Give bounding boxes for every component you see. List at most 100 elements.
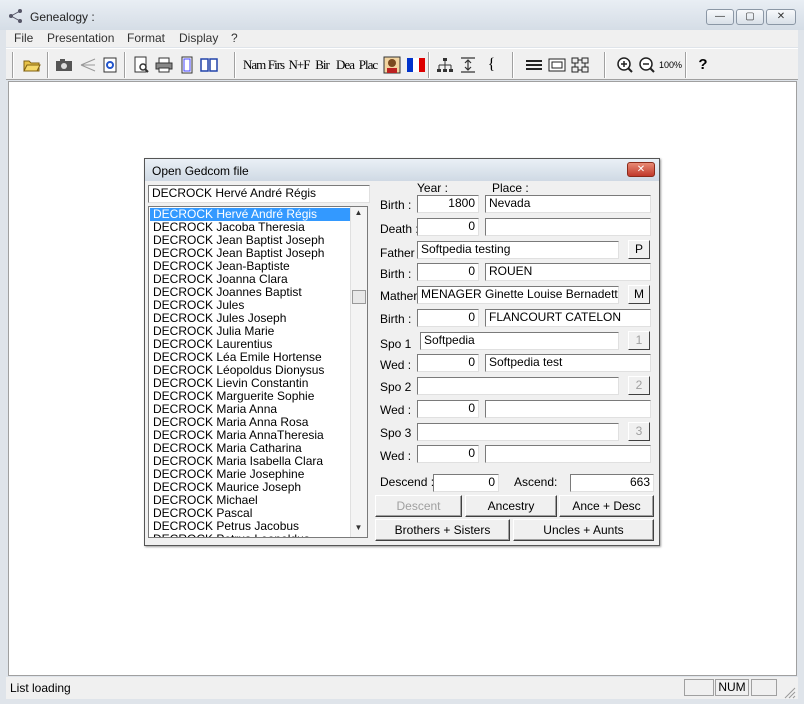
- ancestry-button[interactable]: Ancestry: [465, 495, 557, 517]
- vertical-fit-icon[interactable]: [457, 54, 479, 76]
- list-item[interactable]: DECROCK Léopoldus Dionysus: [150, 364, 351, 377]
- father-goto-button[interactable]: P: [628, 240, 650, 259]
- mother-goto-button[interactable]: M: [628, 285, 650, 304]
- book-icon[interactable]: [198, 54, 220, 76]
- menu-presentation[interactable]: Presentation: [47, 31, 114, 45]
- father-field[interactable]: Softpedia testing: [417, 241, 619, 259]
- brace-button[interactable]: {: [480, 54, 502, 76]
- birth-year-field[interactable]: 1800: [417, 195, 479, 213]
- spouse3-label: Spo 3: [380, 426, 412, 440]
- refresh-page-icon[interactable]: [99, 54, 121, 76]
- list-item[interactable]: DECROCK Maria Anna: [150, 403, 351, 416]
- descend-count-field: 0: [433, 474, 499, 492]
- list-item[interactable]: DECROCK Jean-Baptiste: [150, 260, 351, 273]
- wed1-year-field[interactable]: 0: [417, 354, 479, 372]
- search-input[interactable]: DECROCK Hervé André Régis: [148, 185, 370, 203]
- spouse3-goto-button[interactable]: 3: [628, 422, 650, 441]
- page-icon[interactable]: [176, 54, 198, 76]
- list-item[interactable]: DECROCK Joanna Clara: [150, 273, 351, 286]
- list-item[interactable]: DECROCK Jules Joseph: [150, 312, 351, 325]
- menu-file[interactable]: File: [14, 31, 33, 45]
- minimize-button[interactable]: —: [706, 9, 734, 25]
- father-birth-place-field[interactable]: ROUEN: [485, 263, 651, 281]
- open-folder-icon[interactable]: [21, 54, 43, 76]
- french-flag-icon[interactable]: [405, 54, 427, 76]
- tree-gray-icon[interactable]: [77, 54, 99, 76]
- death-button[interactable]: Dea: [334, 54, 356, 76]
- list-item[interactable]: DECROCK Maria Isabella Clara: [150, 455, 351, 468]
- list-item[interactable]: DECROCK Léa Emile Hortense: [150, 351, 351, 364]
- name-button[interactable]: Nam: [243, 54, 266, 76]
- maximize-button[interactable]: ▢: [736, 9, 764, 25]
- list-item[interactable]: DECROCK Petrus Jacobus: [150, 520, 351, 533]
- dialog-close-button[interactable]: ✕: [627, 162, 655, 177]
- person-list[interactable]: DECROCK Hervé André Régis DECROCK Jacoba …: [148, 206, 368, 538]
- list-item[interactable]: DECROCK Julia Marie: [150, 325, 351, 338]
- close-button[interactable]: ✕: [766, 9, 796, 25]
- ancestry-descent-button[interactable]: Ance + Desc: [559, 495, 654, 517]
- birth-button[interactable]: Bir: [311, 54, 333, 76]
- list-item[interactable]: DECROCK Petrus Leopoldus: [150, 533, 351, 537]
- box-layout-icon[interactable]: [546, 54, 568, 76]
- descent-button[interactable]: Descent: [375, 495, 462, 517]
- list-item[interactable]: DECROCK Maria AnnaTheresia: [150, 429, 351, 442]
- expand-icon[interactable]: [569, 54, 591, 76]
- birth-place-field[interactable]: Nevada: [485, 195, 651, 213]
- wed2-place-field[interactable]: [485, 400, 651, 418]
- scroll-up-arrow-icon[interactable]: ▲: [351, 208, 366, 220]
- list-item[interactable]: DECROCK Jacoba Theresia: [150, 221, 351, 234]
- list-item[interactable]: DECROCK Hervé André Régis: [150, 208, 351, 221]
- mother-field[interactable]: MENAGER Ginette Louise Bernadette: [417, 286, 619, 304]
- print-preview-icon[interactable]: [130, 54, 152, 76]
- camera-icon[interactable]: [53, 54, 75, 76]
- mother-birth-place-field[interactable]: FLANCOURT CATELON: [485, 309, 651, 327]
- uncles-aunts-button[interactable]: Uncles + Aunts: [513, 519, 654, 541]
- name-first-button[interactable]: N+F: [288, 54, 311, 76]
- portrait-icon[interactable]: [381, 54, 403, 76]
- scroll-down-arrow-icon[interactable]: ▼: [351, 523, 366, 535]
- list-item[interactable]: DECROCK Maria Catharina: [150, 442, 351, 455]
- scroll-thumb[interactable]: [352, 290, 366, 304]
- wed2-year-field[interactable]: 0: [417, 400, 479, 418]
- wed3-place-field[interactable]: [485, 445, 651, 463]
- mother-birth-year-field[interactable]: 0: [417, 309, 479, 327]
- printer-icon[interactable]: [153, 54, 175, 76]
- status-panel-caps: [684, 679, 714, 696]
- lines-icon[interactable]: [523, 54, 545, 76]
- father-birth-year-field[interactable]: 0: [417, 263, 479, 281]
- place-button[interactable]: Plac: [357, 54, 379, 76]
- list-item[interactable]: DECROCK Maurice Joseph: [150, 481, 351, 494]
- first-name-button[interactable]: Firs: [265, 54, 287, 76]
- list-item[interactable]: DECROCK Jules: [150, 299, 351, 312]
- death-place-field[interactable]: [485, 218, 651, 236]
- list-item[interactable]: DECROCK Marie Josephine: [150, 468, 351, 481]
- zoom-100-button[interactable]: 100%: [659, 54, 682, 76]
- menu-display[interactable]: Display: [179, 31, 218, 45]
- zoom-in-icon[interactable]: [614, 54, 636, 76]
- spouse2-goto-button[interactable]: 2: [628, 376, 650, 395]
- resize-grip-icon[interactable]: [782, 685, 796, 699]
- list-item[interactable]: DECROCK Marguerite Sophie: [150, 390, 351, 403]
- death-year-field[interactable]: 0: [417, 218, 479, 236]
- list-item[interactable]: DECROCK Pascal: [150, 507, 351, 520]
- list-item[interactable]: DECROCK Jean Baptist Joseph: [150, 247, 351, 260]
- zoom-out-icon[interactable]: [636, 54, 658, 76]
- hierarchy-icon[interactable]: [434, 54, 456, 76]
- menu-help[interactable]: ?: [231, 31, 238, 45]
- list-item[interactable]: DECROCK Maria Anna Rosa: [150, 416, 351, 429]
- help-button[interactable]: ?: [692, 54, 714, 76]
- list-scrollbar[interactable]: [350, 207, 367, 537]
- brothers-sisters-button[interactable]: Brothers + Sisters: [375, 519, 510, 541]
- list-item[interactable]: DECROCK Michael: [150, 494, 351, 507]
- spouse2-field[interactable]: [417, 377, 619, 395]
- list-item[interactable]: DECROCK Joannes Baptist: [150, 286, 351, 299]
- spouse1-goto-button[interactable]: 1: [628, 331, 650, 350]
- wed1-place-field[interactable]: Softpedia test: [485, 354, 651, 372]
- list-item[interactable]: DECROCK Jean Baptist Joseph: [150, 234, 351, 247]
- spouse1-field[interactable]: Softpedia: [420, 332, 619, 350]
- spouse3-field[interactable]: [417, 423, 619, 441]
- wed3-year-field[interactable]: 0: [417, 445, 479, 463]
- menu-format[interactable]: Format: [127, 31, 165, 45]
- list-item[interactable]: DECROCK Laurentius: [150, 338, 351, 351]
- list-item[interactable]: DECROCK Lievin Constantin: [150, 377, 351, 390]
